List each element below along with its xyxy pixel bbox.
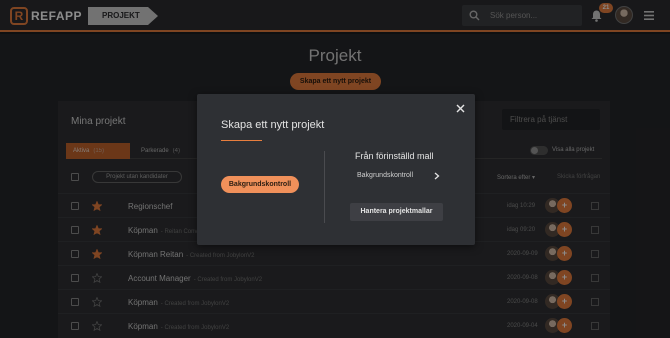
app-root: R REFAPP PROJEKT 21 Pro — [0, 0, 670, 338]
manage-templates-button[interactable]: Hantera projektmallar — [350, 203, 443, 221]
background-check-button[interactable]: Bakgrundskontroll — [221, 176, 299, 193]
chevron-right-icon[interactable] — [434, 172, 440, 180]
close-icon[interactable] — [456, 104, 465, 113]
modal-divider — [324, 151, 325, 223]
title-underline — [221, 140, 262, 141]
template-heading: Från förinställd mall — [355, 151, 434, 161]
modal-title: Skapa ett nytt projekt — [221, 119, 325, 131]
template-item-background-check[interactable]: Bakgrundskontroll — [357, 172, 413, 179]
create-project-modal: Skapa ett nytt projekt Bakgrundskontroll… — [197, 94, 475, 245]
